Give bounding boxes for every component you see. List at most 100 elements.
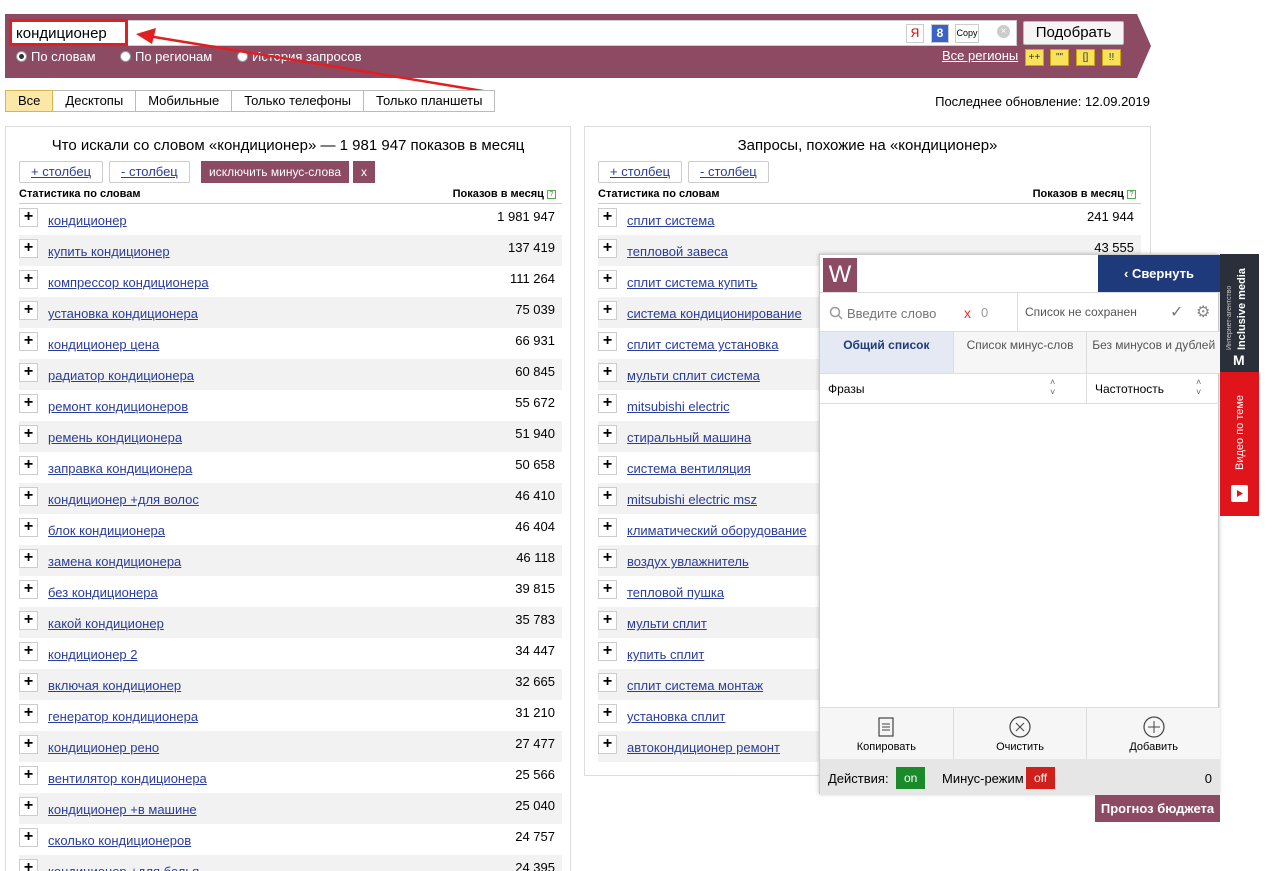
add-phrase-button[interactable]: + [598,239,617,258]
remove-column-button[interactable]: - столбец [688,161,769,183]
add-phrase-button[interactable]: + [598,394,617,413]
copy-button[interactable]: Копировать [820,708,954,759]
phrase-link[interactable]: кондиционер рено [48,740,159,755]
phrase-link[interactable]: радиатор кондиционера [48,368,194,383]
check-icon[interactable]: ✓ [1170,302,1183,322]
phrase-link[interactable]: купить сплит [627,647,704,662]
exclude-close-button[interactable]: x [353,161,375,183]
phrase-link[interactable]: компрессор кондиционера [48,275,209,290]
phrase-link[interactable]: кондиционер +для белья [48,864,199,871]
video-banner[interactable]: Видео по теме [1220,372,1259,516]
add-phrase-button[interactable]: + [19,301,38,320]
add-phrase-button[interactable]: + [19,363,38,382]
phrase-link[interactable]: система вентиляция [627,461,751,476]
phrase-link[interactable]: система кондиционирование [627,306,802,321]
phrase-link[interactable]: mitsubishi electric msz [627,492,757,507]
yandex-icon[interactable]: Я [906,24,924,43]
phrase-link[interactable]: кондиционер цена [48,337,159,352]
add-phrase-button[interactable]: + [19,394,38,413]
add-phrase-button[interactable]: + [598,518,617,537]
add-phrase-button[interactable]: + [19,735,38,754]
phrase-link[interactable]: сколько кондиционеров [48,833,191,848]
collapse-button[interactable]: ‹ Свернуть [1098,255,1220,292]
add-phrase-button[interactable]: + [598,549,617,568]
phrase-link[interactable]: замена кондиционера [48,554,181,569]
add-phrase-button[interactable]: + [19,642,38,661]
tab-all[interactable]: Все [5,90,54,112]
phrase-link[interactable]: кондиционер +для волос [48,492,199,507]
add-phrase-button[interactable]: + [19,549,38,568]
tab-common-list[interactable]: Общий список [820,332,954,373]
clear-icon[interactable]: × [997,25,1010,38]
phrase-link[interactable]: установка сплит [627,709,725,724]
sort-icon[interactable]: ˄ ˅ [1050,377,1055,397]
agency-banner[interactable]: Интернет-агентство Inclusive media M [1220,254,1259,372]
phrase-link[interactable]: сплит система монтаж [627,678,763,693]
phrase-link[interactable]: воздух увлажнитель [627,554,749,569]
pick-button[interactable]: Подобрать [1023,21,1124,45]
add-phrase-button[interactable]: + [19,704,38,723]
add-phrase-button[interactable]: + [19,859,38,871]
sort-icon[interactable]: ˄ ˅ [1196,377,1201,397]
add-phrase-button[interactable]: + [598,425,617,444]
add-column-button[interactable]: + столбец [598,161,683,183]
add-phrase-button[interactable]: + [19,580,38,599]
add-phrase-button[interactable]: + [19,518,38,537]
tab-no-dupes[interactable]: Без минусов и дублей [1087,332,1221,373]
clear-word-icon[interactable]: x [964,305,971,321]
phrase-link[interactable]: тепловой пушка [627,585,724,600]
phrase-link[interactable]: блок кондиционера [48,523,165,538]
add-phrase-button[interactable]: + [598,673,617,692]
tab-phones[interactable]: Только телефоны [232,90,365,112]
tab-desktop[interactable]: Десктопы [53,90,137,112]
clear-button[interactable]: Очистить [954,708,1088,759]
phrase-link[interactable]: кондиционер +в машине [48,802,197,817]
gear-icon[interactable]: ⚙ [1196,302,1210,322]
add-phrase-button[interactable]: + [598,363,617,382]
add-phrase-button[interactable]: + [19,456,38,475]
add-phrase-button[interactable]: + [19,487,38,506]
add-phrase-button[interactable]: + [598,332,617,351]
add-phrase-button[interactable]: + [598,487,617,506]
phrase-link[interactable]: установка кондиционера [48,306,198,321]
exclude-minus-words-button[interactable]: исключить минус-слова [201,161,350,183]
add-phrase-button[interactable]: + [19,332,38,351]
phrase-link[interactable]: включая кондиционер [48,678,181,693]
phrase-link[interactable]: ремонт кондиционеров [48,399,188,414]
add-phrase-button[interactable]: + [19,270,38,289]
phrase-link[interactable]: заправка кондиционера [48,461,192,476]
budget-forecast-button[interactable]: Прогноз бюджета [1095,795,1220,822]
operator-brackets-button[interactable]: [] [1076,49,1095,66]
phrase-link[interactable]: без кондиционера [48,585,158,600]
word-input[interactable] [847,302,962,324]
tab-minus-list[interactable]: Список минус-слов [953,332,1088,373]
add-phrase-button[interactable]: + [598,611,617,630]
phrase-link[interactable]: какой кондиционер [48,616,164,631]
operator-quotes-button[interactable]: "" [1050,49,1069,66]
minus-mode-toggle[interactable]: off [1026,767,1056,789]
phrase-link[interactable]: mitsubishi electric [627,399,730,414]
add-phrase-button[interactable]: + [598,642,617,661]
add-phrase-button[interactable]: + [598,301,617,320]
google-icon[interactable]: 8 [931,24,949,43]
phrase-link[interactable]: сплит система [627,213,714,228]
phrase-link[interactable]: вентилятор кондиционера [48,771,207,786]
phrase-link[interactable]: мульти сплит [627,616,707,631]
add-phrase-button[interactable]: + [598,735,617,754]
phrase-link[interactable]: кондиционер 2 [48,647,138,662]
phrase-link[interactable]: кондиционер [48,213,127,228]
operator-exclaim-button[interactable]: !! [1102,49,1121,66]
col-phrases[interactable]: Фразы [828,382,864,396]
add-phrase-button[interactable]: + [19,766,38,785]
phrase-link[interactable]: генератор кондиционера [48,709,198,724]
add-phrase-button[interactable]: + [19,239,38,258]
add-phrase-button[interactable]: + [598,270,617,289]
copy-button[interactable]: Copy [955,24,979,43]
phrase-link[interactable]: купить кондиционер [48,244,170,259]
add-phrase-button[interactable]: + [19,611,38,630]
phrase-link[interactable]: тепловой завеса [627,244,728,259]
add-phrase-button[interactable]: + [598,208,617,227]
phrase-link[interactable]: мульти сплит система [627,368,760,383]
phrase-link[interactable]: сплит система установка [627,337,778,352]
col-frequency[interactable]: Частотность [1095,382,1164,396]
